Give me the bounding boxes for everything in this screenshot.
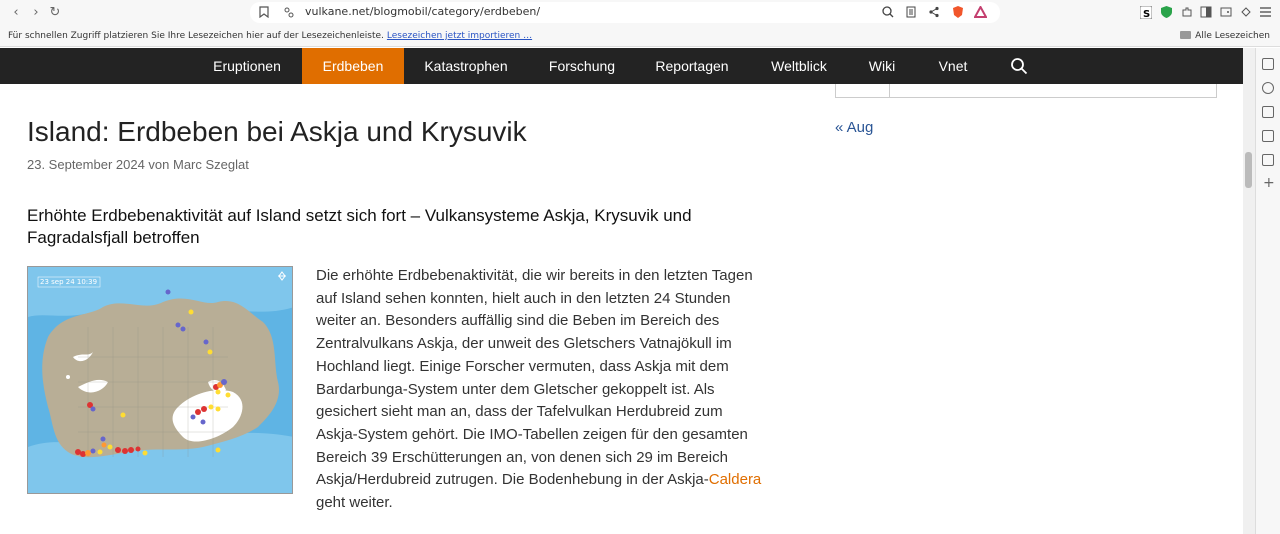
zoom-icon[interactable] <box>882 6 894 18</box>
menu-icon[interactable] <box>1260 7 1271 17</box>
wallet-panel-icon[interactable] <box>1262 58 1274 70</box>
forward-icon[interactable]: › <box>28 4 44 20</box>
map-timestamp: 23 sep 24 10:39 <box>40 278 97 286</box>
nav-item-wiki[interactable]: Wiki <box>861 48 903 84</box>
leo-ai-icon[interactable] <box>1240 6 1252 18</box>
extension-shield-icon[interactable] <box>1161 6 1172 18</box>
nav-item-vnet[interactable]: Vnet <box>930 48 976 84</box>
all-bookmarks-button[interactable]: Alle Lesezeichen <box>1180 31 1270 41</box>
svg-text:S: S <box>1143 9 1150 19</box>
bookmark-icon[interactable] <box>259 6 269 18</box>
bookmarks-hint: Für schnellen Zugriff platzieren Sie Ihr… <box>8 31 533 41</box>
scrollbar-track[interactable] <box>1243 48 1255 534</box>
url-text[interactable]: vulkane.net/blogmobil/category/erdbeben/ <box>305 5 540 18</box>
import-bookmarks-link[interactable]: Lesezeichen jetzt importieren … <box>387 31 532 41</box>
nav-item-forschung[interactable]: Forschung <box>534 48 630 84</box>
sidebar-toggle-icon[interactable] <box>1200 6 1212 18</box>
reader-icon[interactable] <box>906 6 916 18</box>
reading-list-panel-icon[interactable] <box>1262 154 1274 166</box>
nav-item-weltblick[interactable]: Weltblick <box>758 48 840 84</box>
article-meta: 23. September 2024 von Marc Szeglat <box>27 157 249 172</box>
back-icon[interactable]: ‹ <box>8 4 24 20</box>
scrollbar-thumb[interactable] <box>1245 152 1252 188</box>
previous-month-link[interactable]: « Aug <box>835 119 873 136</box>
nav-item-eruptionen[interactable]: Eruptionen <box>202 48 292 84</box>
wallet-icon[interactable] <box>1220 6 1232 18</box>
nav-item-erdbeben[interactable]: Erdbeben <box>302 48 404 84</box>
extension-s-icon[interactable]: S <box>1140 6 1152 19</box>
share-icon[interactable] <box>928 6 940 18</box>
nav-item-reportagen[interactable]: Reportagen <box>646 48 738 84</box>
bookmarks-panel-icon[interactable] <box>1262 106 1274 118</box>
browser-side-panel: + <box>1255 48 1280 534</box>
article-body: Die erhöhte Erdbebenaktivität, die wir b… <box>316 267 762 512</box>
iceland-map: 23 sep 24 10:39 <box>28 267 292 493</box>
browser-toolbar: ‹ › ↻ vulkane.net/blogmobil/category/erd… <box>0 0 1280 25</box>
earthquake-map-image[interactable]: 23 sep 24 10:39 <box>27 266 293 494</box>
brave-rewards-icon[interactable] <box>974 6 987 18</box>
site-settings-icon[interactable] <box>283 7 295 18</box>
article-subtitle: Erhöhte Erdbebenaktivität auf Island set… <box>27 206 692 247</box>
brave-shield-icon[interactable] <box>951 5 965 19</box>
main-nav: Eruptionen Erdbeben Katastrophen Forschu… <box>0 48 1243 84</box>
add-panel-icon[interactable]: + <box>1263 175 1275 191</box>
reload-icon[interactable]: ↻ <box>47 4 63 20</box>
folder-icon <box>1180 31 1192 39</box>
search-icon[interactable] <box>1010 57 1028 75</box>
article-title[interactable]: Island: Erdbeben bei Askja und Krysuvik <box>27 116 527 148</box>
caldera-link[interactable]: Caldera <box>709 471 762 488</box>
page-content: Eruptionen Erdbeben Katastrophen Forschu… <box>0 48 1243 534</box>
history-panel-icon[interactable] <box>1262 130 1274 142</box>
leo-panel-icon[interactable] <box>1262 82 1274 94</box>
bookmarks-bar: Für schnellen Zugriff platzieren Sie Ihr… <box>0 25 1280 47</box>
nav-item-katastrophen[interactable]: Katastrophen <box>414 48 518 84</box>
extensions-puzzle-icon[interactable] <box>1181 6 1193 18</box>
